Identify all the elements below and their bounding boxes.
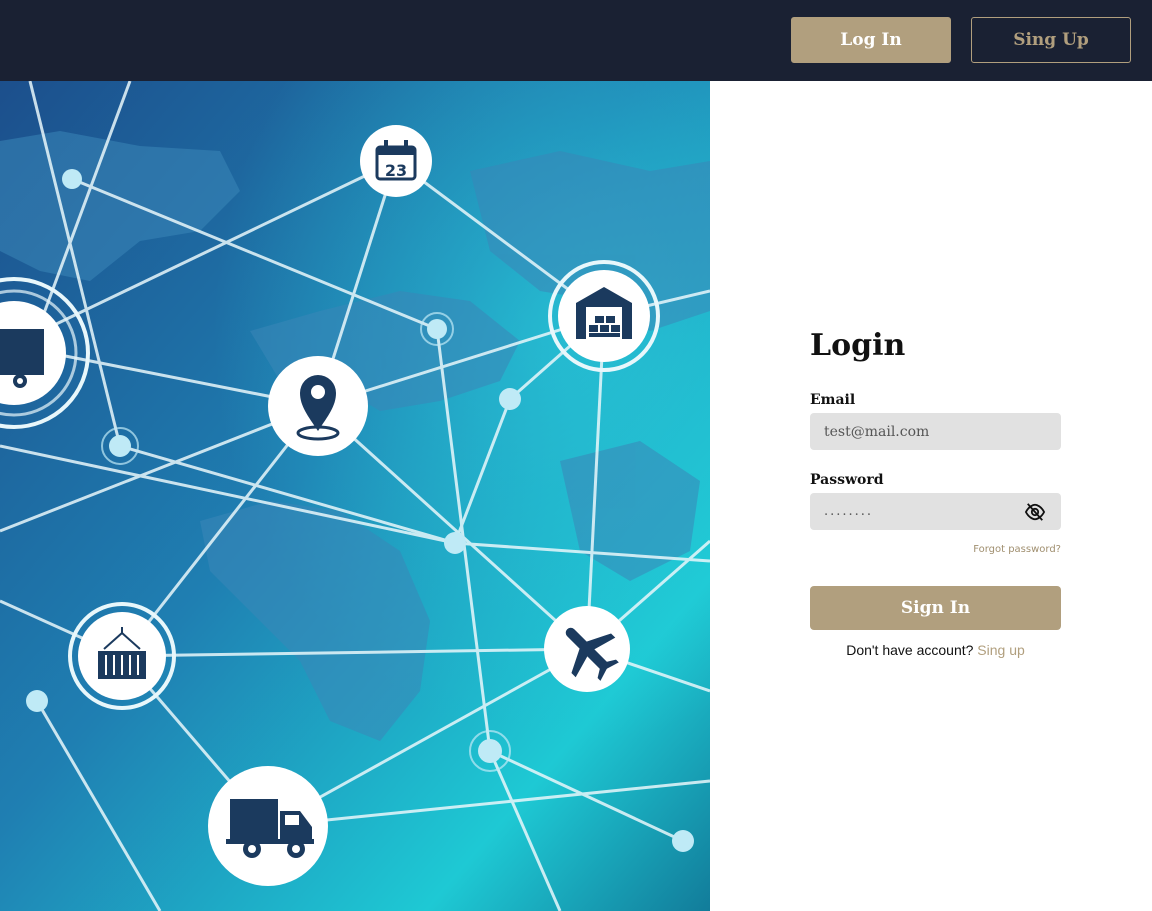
email-input[interactable]	[810, 413, 1061, 450]
logistics-network-image: 23	[0, 81, 710, 911]
sign-in-button[interactable]: Sign In	[810, 586, 1061, 630]
password-field-container	[810, 493, 1061, 530]
calendar-icon: 23	[360, 125, 432, 197]
email-label: Email	[810, 392, 856, 408]
email-field-container	[810, 413, 1061, 450]
shipping-container-icon	[68, 602, 176, 710]
password-label: Password	[810, 472, 884, 488]
login-title: Login	[810, 328, 906, 363]
login-panel: Login Email Password Forgot password? Si…	[810, 326, 1061, 658]
location-pin-icon	[268, 356, 368, 456]
warehouse-icon	[548, 260, 660, 372]
signup-prompt-text: Don't have account?	[846, 642, 974, 658]
signup-prompt: Don't have account? Sing up	[810, 642, 1061, 658]
eye-slash-icon[interactable]	[1024, 502, 1046, 522]
signup-link[interactable]: Sing up	[977, 642, 1024, 658]
forgot-password-link[interactable]: Forgot password?	[810, 544, 1061, 555]
login-nav-button[interactable]: Log In	[791, 17, 951, 63]
delivery-truck-icon	[208, 766, 328, 886]
calendar-day-label: 23	[385, 161, 407, 180]
signup-nav-button[interactable]: Sing Up	[971, 17, 1131, 63]
top-navbar: Log In Sing Up	[0, 0, 1152, 81]
airplane-icon	[544, 606, 630, 692]
